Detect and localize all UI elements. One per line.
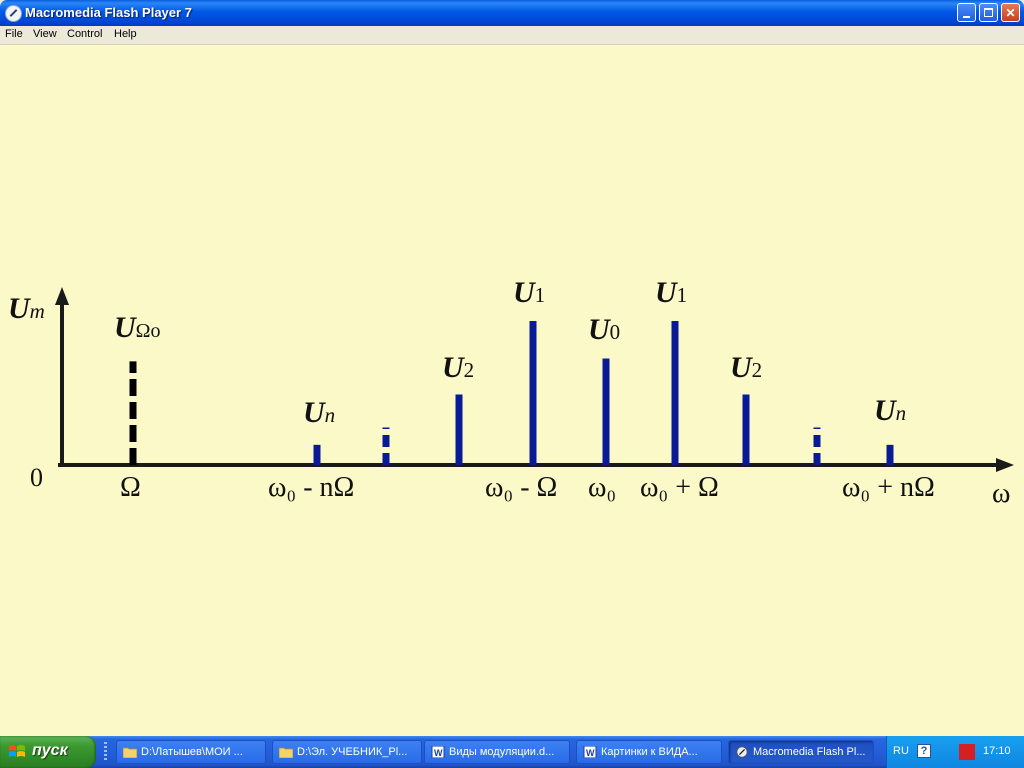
- minimize-button[interactable]: [957, 3, 976, 22]
- word-doc-icon: W: [583, 746, 597, 758]
- label-un-left: Un: [303, 396, 335, 429]
- word-doc-icon: W: [431, 746, 445, 758]
- menu-help[interactable]: Help: [114, 28, 137, 40]
- menu-view[interactable]: View: [33, 28, 57, 40]
- folder-icon: [279, 747, 293, 758]
- antivirus-icon[interactable]: [959, 744, 975, 760]
- window-title: Macromedia Flash Player 7: [25, 5, 192, 20]
- svg-text:W: W: [434, 748, 443, 758]
- x-label-w0-minus-omega: ω₀ - Ω: [485, 472, 557, 503]
- title-bar[interactable]: Macromedia Flash Player 7 ✕: [0, 0, 1024, 26]
- task-folder-uchebnik[interactable]: D:\Эл. УЧЕБНИК_Pl...: [272, 740, 422, 764]
- menu-file[interactable]: File: [5, 28, 23, 40]
- task-flash-player[interactable]: Macromedia Flash Pl...: [728, 740, 874, 764]
- task-label: Macromedia Flash Pl...: [753, 746, 866, 758]
- clock: 17:10: [983, 745, 1011, 757]
- task-word-kartinki[interactable]: W Картинки к ВИДА...: [576, 740, 722, 764]
- label-u0: U0: [588, 313, 620, 346]
- folder-icon: [123, 747, 137, 758]
- x-label-w0-minus-nomega: ω₀ - nΩ: [268, 472, 354, 503]
- task-label: Виды модуляции.d...: [449, 746, 555, 758]
- svg-text:W: W: [586, 748, 595, 758]
- x-label-w0-plus-nomega: ω₀ + nΩ: [842, 472, 935, 503]
- close-button[interactable]: ✕: [1001, 3, 1020, 22]
- label-u2-left: U2: [442, 351, 474, 384]
- task-word-vidy-modulyatsii[interactable]: W Виды модуляции.d...: [424, 740, 570, 764]
- label-u-omega: UΩo: [114, 311, 161, 344]
- y-axis-label: Um: [8, 292, 45, 325]
- language-indicator[interactable]: RU: [893, 745, 909, 757]
- task-label: Картинки к ВИДА...: [601, 746, 698, 758]
- x-label-w0-plus-omega: ω₀ + Ω: [640, 472, 719, 503]
- spectral-lines: [129, 321, 894, 465]
- label-u1-left: U1: [513, 276, 545, 309]
- menu-bar: File View Control Help: [0, 26, 1024, 45]
- flash-player-icon: [5, 5, 22, 22]
- task-label: D:\Латышев\МОИ ...: [141, 746, 243, 758]
- label-un-right: Un: [874, 394, 906, 427]
- x-axis-label: ω: [992, 478, 1010, 509]
- taskbar: пуск D:\Латышев\МОИ ... D:\Эл. УЧЕБНИК_P…: [0, 736, 1024, 768]
- help-icon[interactable]: ?: [917, 744, 931, 758]
- flash-stage: Um 0 ω UΩo Un U2 U1 U0 U1 U2 Un Ω ω₀ - n…: [0, 45, 1024, 736]
- windows-logo-icon: [9, 745, 25, 757]
- taskbar-separator: [104, 742, 107, 762]
- y-axis-arrow: [55, 287, 69, 305]
- label-u2-right: U2: [730, 351, 762, 384]
- origin-label: 0: [30, 463, 43, 492]
- maximize-button[interactable]: [979, 3, 998, 22]
- task-label: D:\Эл. УЧЕБНИК_Pl...: [297, 746, 408, 758]
- start-button[interactable]: пуск: [0, 736, 96, 768]
- task-folder-latyshev[interactable]: D:\Латышев\МОИ ...: [116, 740, 266, 764]
- x-label-w0: ω₀: [588, 472, 616, 503]
- spectrum-diagram: Um 0 ω UΩo Un U2 U1 U0 U1 U2 Un Ω ω₀ - n…: [8, 276, 1014, 509]
- system-tray: RU ? 17:10: [886, 736, 1024, 768]
- flash-icon: [736, 746, 748, 758]
- x-label-omega-low: Ω: [120, 472, 141, 503]
- label-u1-right: U1: [655, 276, 687, 309]
- start-label: пуск: [32, 742, 68, 759]
- x-axis-arrow: [996, 458, 1014, 472]
- menu-control[interactable]: Control: [67, 28, 102, 40]
